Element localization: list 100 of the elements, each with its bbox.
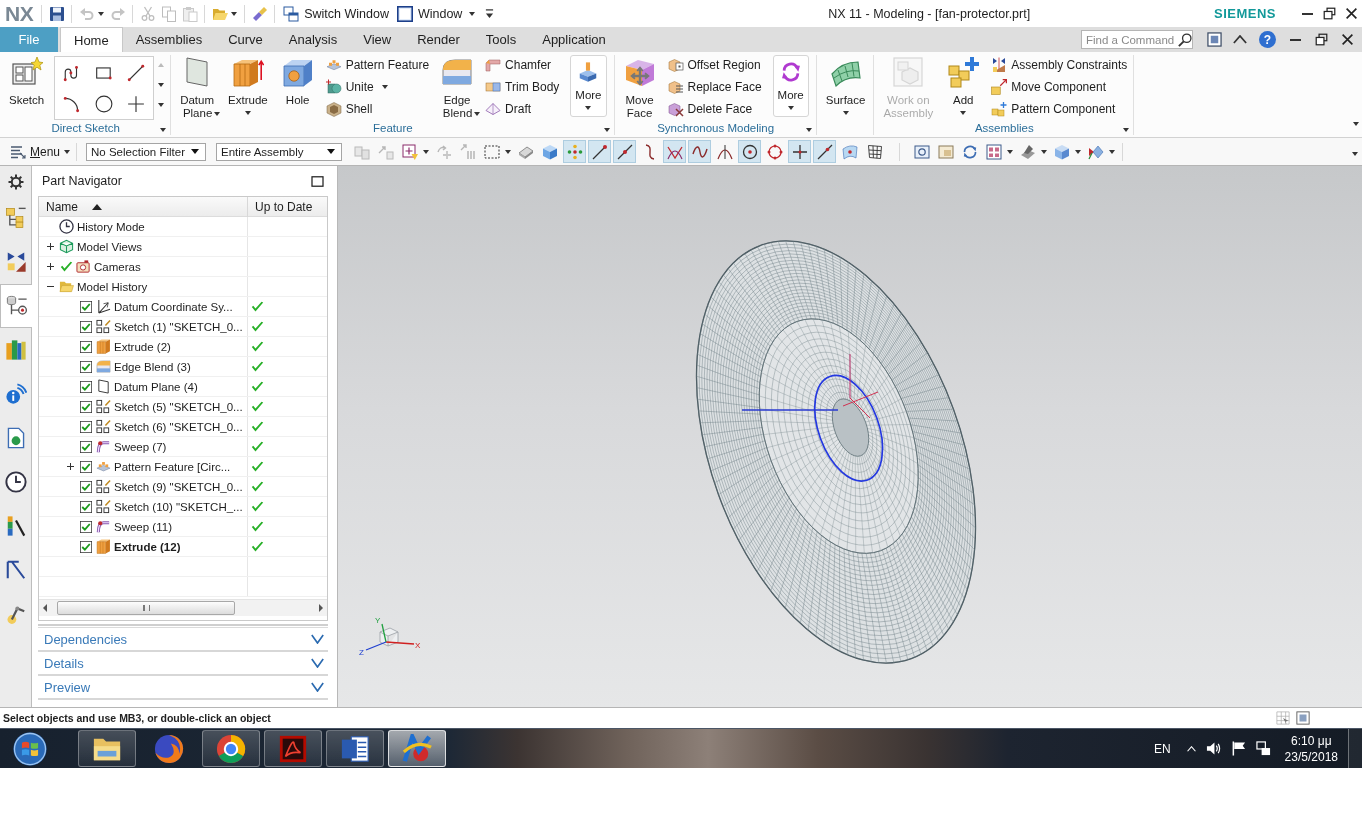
expand-icon[interactable] [46,263,54,270]
taskbar-app-button[interactable] [202,730,260,767]
grid-cursor-icon[interactable] [1276,711,1290,725]
expand-icon[interactable] [46,243,54,250]
ribbon-command[interactable]: Shell [323,98,432,120]
checked-box-icon[interactable] [80,520,92,533]
plus-icon[interactable] [127,94,146,113]
ribbon-tab[interactable]: Assemblies [122,27,216,52]
checked-box-icon[interactable] [80,380,92,393]
ribbon-tab[interactable]: Curve [215,27,276,52]
switch-window-button[interactable]: Switch Window [279,2,393,25]
checked-box-icon[interactable] [80,540,92,553]
customize-caret-icon[interactable] [485,9,495,18]
ribbon-command[interactable]: Assembly Constraints [989,54,1130,76]
circle-icon[interactable] [95,94,114,113]
ribbon-command[interactable]: Pattern Component [989,98,1130,120]
tree-node-label[interactable]: Sweep (11) [114,520,172,533]
checked-box-icon[interactable] [80,500,92,513]
flag-icon[interactable] [1230,741,1246,756]
checked-box-icon[interactable] [80,300,92,313]
frame-square-icon[interactable] [1296,711,1310,725]
snap-point-toggle[interactable] [563,140,587,163]
ribbon-button[interactable]: Extrude [224,55,272,115]
tree-node-label[interactable]: Extrude (12) [114,540,181,553]
horizontal-scrollbar[interactable] [39,599,327,616]
tree-node-label[interactable]: Pattern Feature [Circ... [114,460,231,473]
cube-icon[interactable] [542,143,559,160]
arc-icon[interactable] [63,94,82,113]
ribbon-tab[interactable]: Tools [472,27,530,52]
ribbon-command[interactable]: Trim Body [483,76,562,98]
snap-point-toggle[interactable] [688,140,712,163]
more-button[interactable]: More [570,55,607,117]
tree-node-label[interactable]: Datum Plane (4) [114,380,198,393]
collapsible-panel-header[interactable]: Details [38,652,328,676]
ribbon-command[interactable]: Pattern Feature [323,54,432,76]
tree-node-label[interactable]: Sweep (7) [114,440,167,453]
expand-icon[interactable] [66,463,74,470]
ribbon-command[interactable]: Unite [323,76,432,98]
tree-node-label[interactable]: Sketch (6) "SKETCH_0... [114,420,243,433]
dashed-rectangle-icon[interactable] [484,143,501,160]
tree-node-label[interactable]: Model History [77,280,148,293]
ribbon-button[interactable]: Add [943,55,984,115]
network-monitors-icon[interactable] [1255,741,1271,756]
command-search-field[interactable]: Find a Command [1081,30,1193,49]
snap-point-toggle[interactable] [663,140,687,163]
ribbon-tab[interactable]: Analysis [275,27,351,52]
more-button[interactable]: More [772,55,809,117]
chevron-up-icon[interactable] [1186,745,1196,752]
triangle-diamond-icon[interactable] [1088,143,1105,160]
ribbon-command[interactable]: Replace Face [665,76,764,98]
tree-node-label[interactable]: Datum Coordinate Sy... [114,300,233,313]
ribbon-button[interactable]: Surface [821,55,870,115]
selection-filter-dropdown[interactable]: No Selection Filter [86,142,207,161]
caret-icon[interactable] [158,103,165,107]
speaker-icon[interactable] [1205,741,1221,756]
ribbon-tab[interactable]: Application [529,27,619,52]
line-icon[interactable] [127,63,146,82]
collapsible-panel-header[interactable]: Preview [38,676,328,700]
checked-box-icon[interactable] [80,360,92,373]
column-header[interactable]: Up to Date [248,197,327,217]
shaded-cube-icon[interactable] [1054,143,1071,160]
ribbon-button[interactable]: Move Face [619,55,660,120]
ribbon-command[interactable]: Offset Region [665,54,764,76]
ribbon-tab[interactable]: Render [404,27,473,52]
tree-node-label[interactable]: Cameras [94,260,141,273]
ribbon-button[interactable]: Sketch [5,55,49,107]
checked-box-icon[interactable] [80,420,92,433]
checked-box-icon[interactable] [80,340,92,353]
menu-button[interactable]: Menu [8,140,73,163]
checked-box-icon[interactable] [80,460,92,473]
checked-box-icon[interactable] [80,320,92,333]
ribbon-button[interactable]: Edge Blend [437,55,478,120]
checked-box-icon[interactable] [80,480,92,493]
four-viewports-icon[interactable] [986,143,1003,160]
clock-date[interactable]: 23/5/2018 [1284,748,1338,765]
ribbon-command[interactable]: Draft [483,98,562,120]
window-menu-button[interactable]: Window [392,2,480,25]
ribbon-command[interactable]: Delete Face [665,98,764,120]
ribbon-command[interactable]: Move Component [989,76,1130,98]
plus-square-icon[interactable] [402,143,419,160]
collapsible-panel-header[interactable]: Dependencies [38,628,328,652]
snap-point-toggle[interactable] [738,140,762,163]
ribbon-button[interactable]: Datum Plane [176,55,219,120]
checked-box-icon[interactable] [80,400,92,413]
tree-node-label[interactable]: Model Views [77,240,142,253]
shaded-shape-icon[interactable] [1020,143,1037,160]
taskbar-app-button[interactable] [78,730,136,767]
tree-node-label[interactable]: Sketch (1) "SKETCH_0... [114,320,243,333]
tree-node-label[interactable]: Edge Blend (3) [114,360,191,373]
snap-point-toggle[interactable] [588,140,612,163]
ribbon-command[interactable]: Chamfer [483,54,562,76]
snap-point-toggle[interactable] [613,140,637,163]
help-button[interactable]: ? [1259,31,1276,48]
checked-box-icon[interactable] [80,440,92,453]
tree-node-label[interactable]: History Mode [77,220,145,233]
ribbon-tab[interactable]: Home [60,27,123,53]
snap-point-toggle[interactable] [788,140,812,163]
tree-node-label[interactable]: Sketch (9) "SKETCH_0... [114,480,243,493]
snap-point-toggle[interactable] [813,140,837,163]
caret-icon[interactable] [158,83,165,87]
